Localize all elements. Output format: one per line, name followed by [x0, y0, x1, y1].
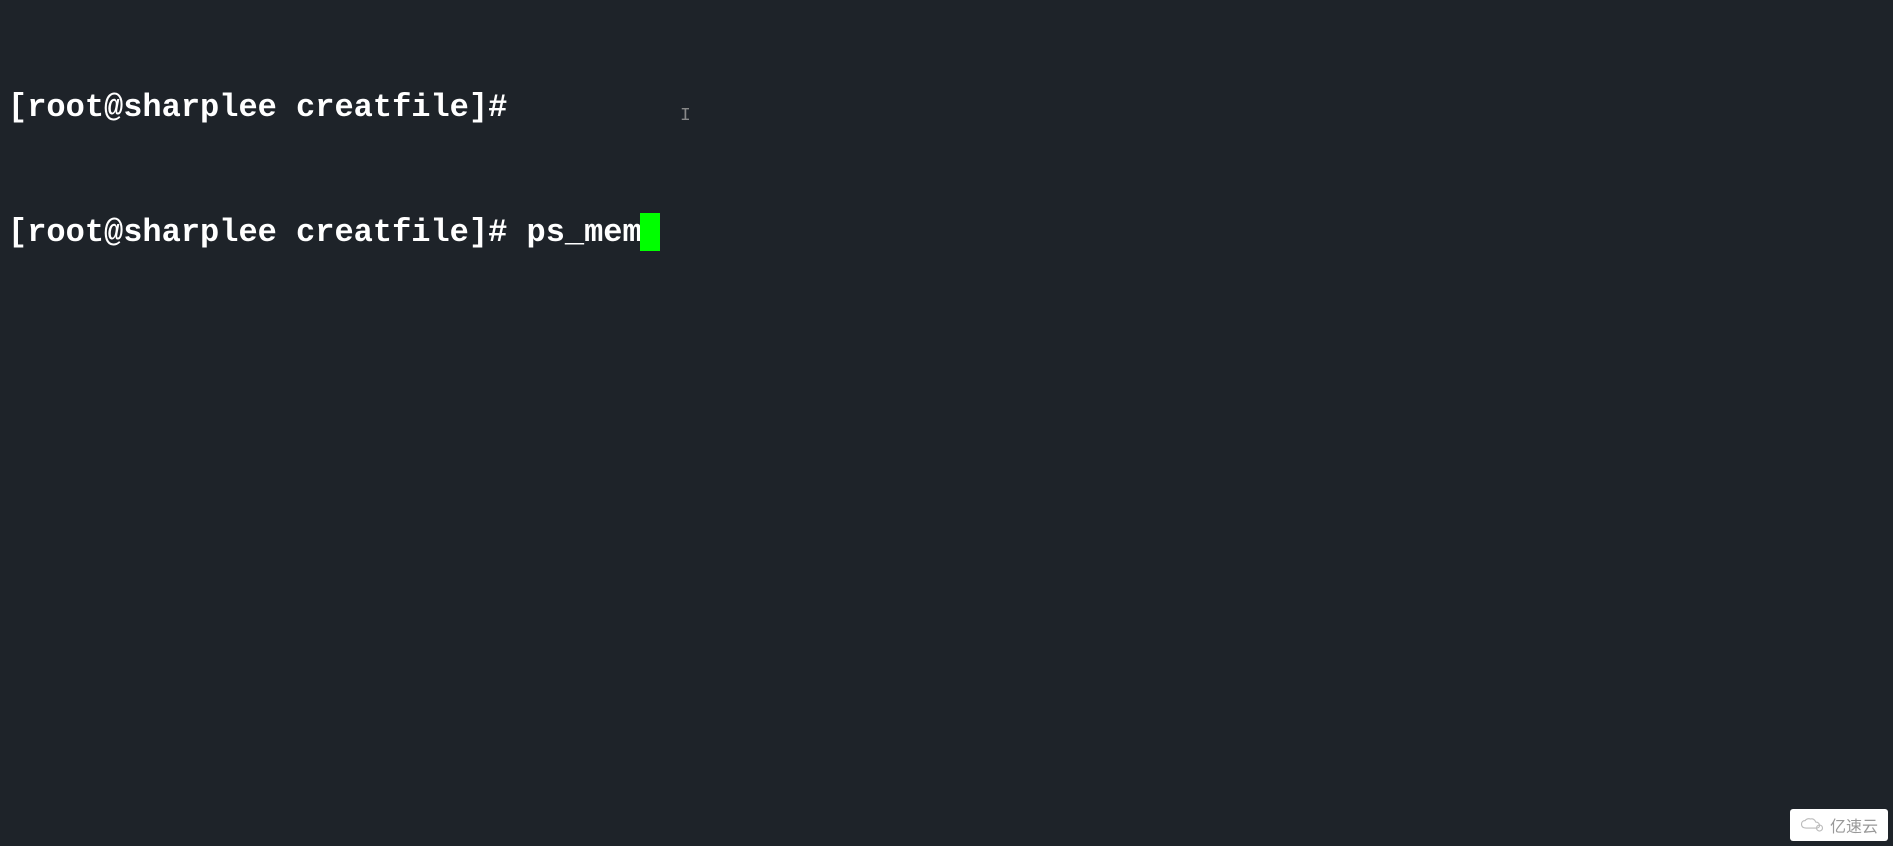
terminal-cursor [640, 213, 660, 251]
terminal-line-2: [root@sharplee creatfile]# ps_mem [8, 212, 1885, 254]
command-text: ps_mem [526, 214, 641, 251]
terminal-line-1: [root@sharplee creatfile]# [8, 87, 1885, 129]
terminal-output[interactable]: [root@sharplee creatfile]# [root@sharple… [0, 0, 1893, 299]
shell-prompt: [root@sharplee creatfile]# [8, 89, 526, 126]
cloud-icon [1800, 817, 1824, 833]
watermark-text: 亿速云 [1830, 813, 1878, 837]
shell-prompt: [root@sharplee creatfile]# [8, 214, 526, 251]
text-cursor-icon: I [680, 106, 691, 126]
watermark-badge: 亿速云 [1790, 809, 1888, 841]
